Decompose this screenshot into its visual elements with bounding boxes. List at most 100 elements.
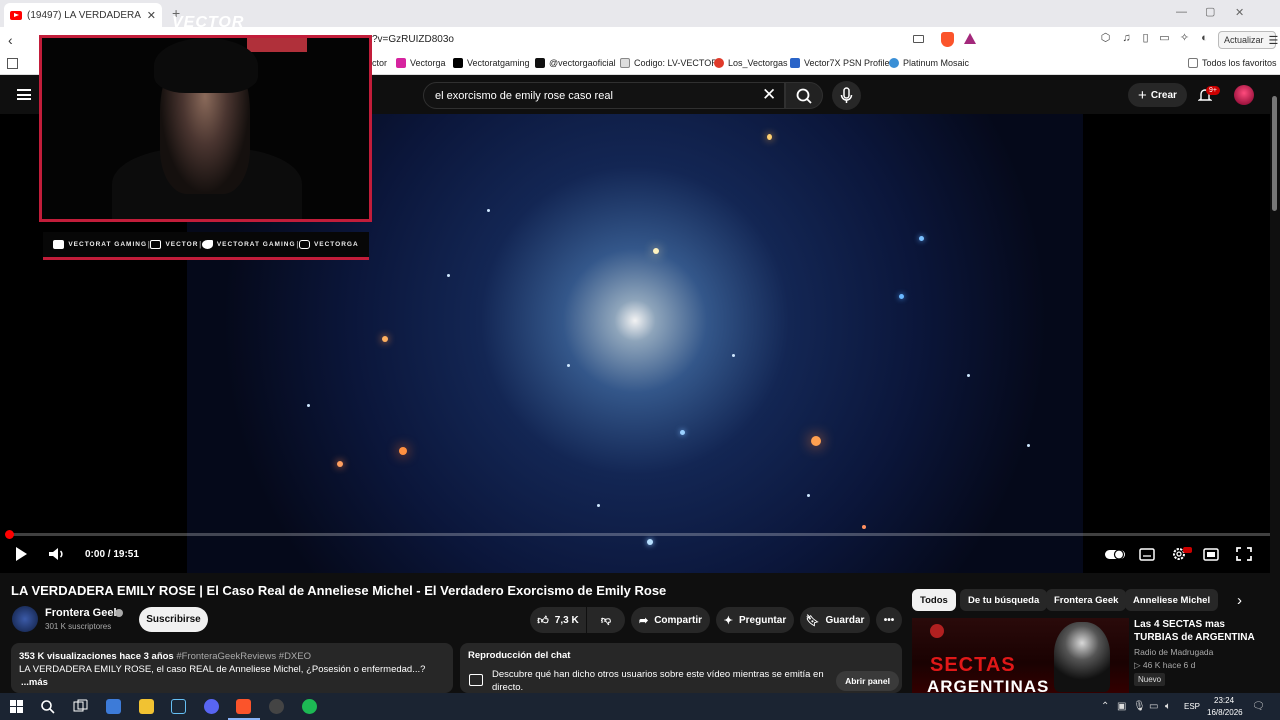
brave-browser-icon[interactable] (236, 699, 251, 714)
bookmark-item[interactable]: Vectoratgaming (453, 58, 530, 68)
folder-icon (1188, 58, 1198, 68)
views-and-age: 353 K visualizaciones hace 3 años (19, 651, 174, 662)
extensions-icon[interactable]: ⬡ (1099, 32, 1112, 45)
dislike-button[interactable]: 👎︎ (587, 607, 625, 633)
file-explorer-icon[interactable] (139, 699, 154, 714)
channel-name[interactable]: Frontera Geek (45, 607, 120, 619)
speaker-icon[interactable]: 🔈︎ (1165, 701, 1171, 712)
open-panel-button[interactable]: Abrir panel (836, 671, 899, 691)
ai-icon[interactable]: ✧ (1178, 32, 1191, 45)
chip-all[interactable]: Todos (912, 589, 956, 611)
chip-channel[interactable]: Frontera Geek (1046, 589, 1127, 611)
tiktok-icon (535, 58, 545, 68)
network-icon[interactable]: ▭ (1149, 701, 1158, 712)
apps-icon[interactable] (7, 58, 18, 69)
search-input[interactable]: el exorcismo de emily rose caso real (423, 82, 785, 109)
fullscreen-icon[interactable] (1236, 547, 1252, 561)
update-label: Actualizar (1224, 35, 1264, 45)
save-button[interactable]: 🔖︎ Guardar (800, 607, 870, 633)
update-button[interactable]: Actualizar ☰ (1218, 31, 1279, 49)
window-maximize-icon[interactable]: ▢ (1205, 5, 1215, 18)
windows-start-icon[interactable] (9, 699, 24, 714)
chip-from-search[interactable]: De tu búsqueda (960, 589, 1048, 611)
share-button[interactable]: ➦ Compartir (631, 607, 710, 633)
clear-search-icon[interactable]: ✕ (762, 85, 776, 105)
hamburger-menu-icon[interactable] (17, 89, 31, 100)
microphone-tray-icon[interactable]: 🎙︎ (1133, 701, 1146, 712)
chip-topic[interactable]: Anneliese Michel (1125, 589, 1219, 611)
subtitles-icon[interactable] (1139, 547, 1155, 561)
plus-icon: + (1138, 86, 1147, 104)
window-minimize-icon[interactable]: — (1176, 6, 1187, 18)
progress-bar[interactable] (8, 533, 1270, 536)
sidebar-icon[interactable]: ▯ (1139, 32, 1152, 45)
recommended-channel[interactable]: Radio de Madrugada (1134, 647, 1213, 657)
recommended-video-thumbnail[interactable]: SECTAS ARGENTINAS (912, 618, 1129, 693)
tray-chevron-icon[interactable]: ⌃ (1101, 701, 1109, 712)
page-scrollbar[interactable] (1272, 96, 1277, 211)
notification-center-icon[interactable]: 🗨︎ (1252, 701, 1265, 712)
brave-rewards-icon[interactable] (964, 33, 976, 44)
brave-shield-icon[interactable] (941, 32, 954, 47)
hashtags[interactable]: #FronteraGeekReviews #DXEO (176, 651, 311, 662)
language-indicator[interactable]: ESP (1184, 702, 1200, 711)
bookmark-item[interactable]: Los_Vectorgas (714, 58, 788, 68)
voice-search-button[interactable] (832, 81, 861, 110)
progress-scrubber[interactable] (5, 530, 14, 539)
star (447, 274, 450, 277)
steam-icon[interactable] (171, 699, 186, 714)
recommended-video-title[interactable]: Las 4 SECTAS mas TURBIAS de ARGENTINA (1134, 618, 1269, 644)
discord-icon[interactable] (204, 699, 219, 714)
chevron-right-icon[interactable]: › (1237, 592, 1242, 609)
chat-replay-text: Descubre qué han dicho otros usuarios so… (492, 669, 824, 693)
like-count: 7,3 K (554, 614, 579, 626)
vpn-icon[interactable]: ◐ (1198, 32, 1211, 45)
window-close-icon[interactable]: ✕ (1235, 6, 1244, 19)
all-favorites[interactable]: Todos los favoritos (1188, 58, 1277, 68)
search-button[interactable] (785, 82, 823, 109)
media-icon[interactable]: ♫ (1120, 32, 1133, 45)
search-icon[interactable] (40, 699, 55, 714)
play-icon[interactable] (16, 547, 27, 561)
subscribe-button[interactable]: Suscribirse (139, 607, 208, 632)
miniplayer-icon[interactable] (1203, 547, 1219, 561)
browser-tab[interactable]: (19497) LA VERDADERA EMILY R ✕ (4, 3, 162, 27)
webcam-overlay (39, 35, 372, 222)
channel-avatar[interactable] (12, 606, 38, 632)
back-icon[interactable]: ‹ (8, 32, 13, 48)
bookmark-item[interactable]: Codigo: LV-VECTOR (620, 58, 718, 68)
bookmark-item[interactable]: @vectorgaoficial (535, 58, 616, 68)
bookmark-item[interactable]: Vectorga (396, 58, 446, 68)
create-button[interactable]: + Crear (1128, 83, 1187, 107)
star (307, 404, 310, 407)
obs-icon[interactable] (269, 699, 284, 714)
more-actions-button[interactable]: ••• (876, 607, 902, 633)
autoplay-toggle-icon[interactable] (1104, 547, 1126, 561)
more-options-icon: ••• (883, 614, 895, 626)
ask-button[interactable]: ✦ Preguntar (716, 607, 794, 633)
clock-date[interactable]: 16/8/2026 (1207, 708, 1243, 717)
task-view-icon[interactable] (73, 699, 88, 714)
star (680, 430, 685, 435)
tray-app-icon[interactable]: ▣ (1117, 701, 1126, 712)
bookmark-item[interactable]: ctor (372, 58, 387, 68)
account-avatar[interactable] (1234, 85, 1254, 105)
youtube-favicon-icon (10, 10, 22, 20)
like-button[interactable]: 👍︎ 7,3 K (530, 607, 586, 633)
wallet-icon[interactable]: ▭ (1158, 32, 1171, 45)
streamer-logo: VECTOR (172, 14, 245, 31)
bookmark-item[interactable]: Platinum Mosaic (889, 58, 969, 68)
description-box[interactable]: 353 K visualizaciones hace 3 años #Front… (11, 643, 453, 693)
address-bar-url[interactable]: ?v=GzRUIZD803o (372, 34, 454, 45)
close-tab-icon[interactable]: ✕ (147, 9, 156, 22)
show-more-link[interactable]: ...más (19, 676, 445, 689)
spotify-icon[interactable] (302, 699, 317, 714)
hooded-figure (1054, 622, 1110, 692)
volume-icon[interactable] (48, 546, 66, 562)
desktop-app-icon[interactable] (106, 699, 121, 714)
bookmark-item[interactable]: Vector7X PSN Profile (790, 58, 890, 68)
clock-time[interactable]: 23:24 (1214, 696, 1234, 705)
cast-icon[interactable] (913, 35, 924, 43)
menu-icon: ☰ (1268, 34, 1279, 47)
windows-taskbar (0, 693, 1280, 720)
